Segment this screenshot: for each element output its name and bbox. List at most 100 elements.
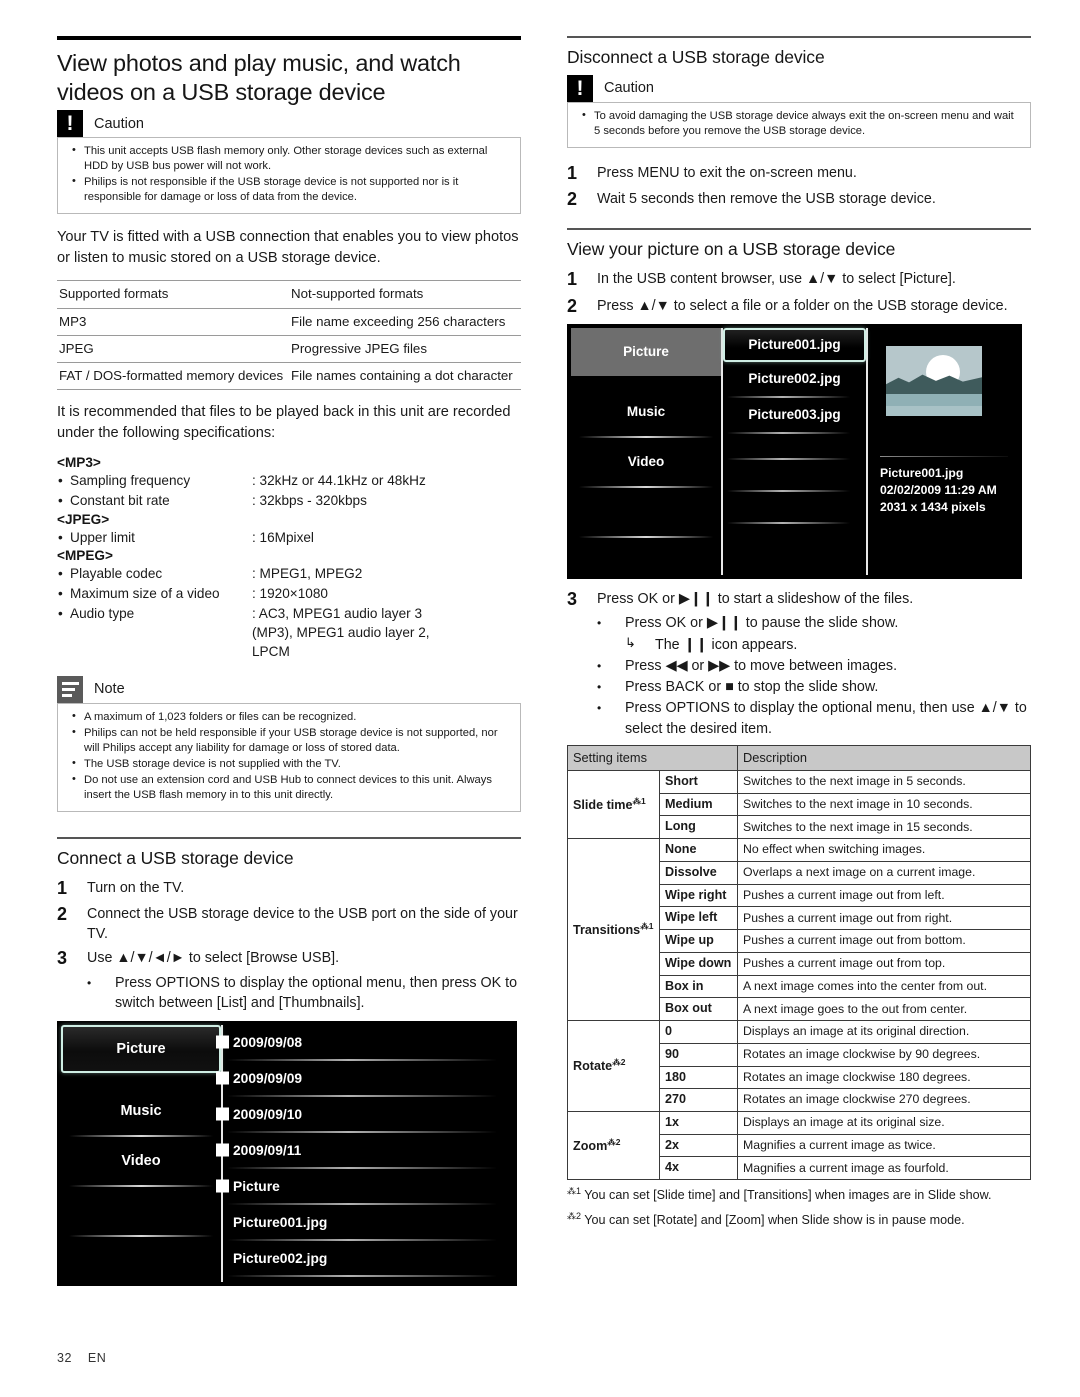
step: 2 Wait 5 seconds then remove the USB sto…: [567, 187, 1031, 211]
step: 3 Use ▲/▼/◄/► to select [Browse USB].: [57, 946, 521, 970]
left-column: View photos and play music, and watch vi…: [57, 36, 521, 1287]
footnote-marker: 2: [620, 1057, 626, 1068]
step-number: 1: [57, 877, 68, 898]
tv-nav-item-picture[interactable]: Picture: [61, 1025, 221, 1074]
footnote-marker: 1: [576, 1186, 582, 1197]
sub-bullet: • Press BACK or ■ to stop the slide show…: [597, 677, 1031, 697]
caution-box: This unit accepts USB flash memory only.…: [57, 137, 521, 215]
setting-desc: Switches to the next image in 10 seconds…: [737, 792, 1031, 817]
formats-table: Supported formats Not-supported formats …: [57, 280, 521, 391]
spec-row: Maximum size of a video : 1920×1080: [57, 584, 521, 603]
tv-nav-panel: Picture Music Video: [61, 1025, 221, 1282]
list-item[interactable]: Picture001.jpg: [223, 1205, 513, 1239]
cell-format: FAT / DOS-formatted memory devices: [57, 362, 289, 391]
tv-nav-label: Music: [626, 404, 666, 420]
group-label: Transitions: [573, 922, 641, 937]
column-header-supported: Supported formats: [57, 280, 289, 309]
step-number: 1: [567, 269, 578, 290]
list-item[interactable]: Picture003.jpg: [723, 398, 866, 432]
step-text: In the USB content browser, use ▲/▼ to s…: [597, 271, 956, 288]
setting-value: None: [659, 838, 738, 862]
caution-list: To avoid damaging the USB storage device…: [576, 108, 1022, 139]
spec-value: : 32kHz or 44.1kHz or 48kHz: [252, 473, 426, 489]
list-item-label: Picture003.jpg: [748, 407, 841, 423]
tv-nav-panel: Picture Music Video: [571, 327, 721, 575]
note-header: Note: [57, 675, 521, 703]
setting-value: 180: [659, 1065, 738, 1090]
list-item[interactable]: 2009/09/09: [216, 1061, 513, 1095]
spec-value: : 32kbps - 320kbps: [252, 493, 367, 509]
sub-bullet: • Press OK or ▶❙❙ to pause the slide sho…: [597, 613, 1031, 633]
bullet-marker: •: [597, 680, 602, 695]
list-item[interactable]: Picture: [216, 1169, 513, 1203]
table-row: FAT / DOS-formatted memory devices File …: [57, 362, 521, 391]
step-text: Press ▲/▼ to select a file or a folder o…: [597, 297, 1008, 314]
sub-bullet: • Press OPTIONS to display the optional …: [597, 698, 1031, 739]
spec-row: Upper limit : 16Mpixel: [57, 528, 521, 547]
tv-nav-item-picture[interactable]: Picture: [571, 327, 721, 376]
preview-filename: Picture001.jpg: [880, 465, 964, 480]
tv-browser-screenshot: Picture Music Video 2009/09/08 2009/09/0…: [57, 1021, 517, 1287]
column-header-not-supported: Not-supported formats: [289, 280, 521, 309]
spec-row: Playable codec : MPEG1, MPEG2: [57, 564, 521, 583]
list-item: The USB storage device is not supplied w…: [66, 756, 512, 772]
page-title: View photos and play music, and watch vi…: [57, 50, 461, 105]
list-item[interactable]: Picture002.jpg: [723, 362, 866, 396]
step-text: Use ▲/▼/◄/► to select [Browse USB].: [87, 950, 340, 967]
view-picture-title: View your picture on a USB storage devic…: [567, 239, 896, 260]
preview-timestamp: 02/02/2009 11:29 AM: [880, 482, 997, 497]
column-header-description: Description: [737, 745, 1031, 771]
spec-value: : AC3, MPEG1 audio layer 3 (MP3), MPEG1 …: [252, 605, 430, 659]
folder-icon: [216, 1071, 229, 1085]
cell-not-supported: File names containing a dot character: [289, 362, 521, 391]
table-row: Supported formats Not-supported formats: [57, 280, 521, 309]
setting-desc: Switches to the next image in 15 seconds…: [737, 815, 1031, 840]
setting-desc: Pushes a current image out from left.: [737, 883, 1031, 908]
tv-nav-item-music[interactable]: Music: [571, 388, 721, 436]
list-item[interactable]: 2009/09/08: [216, 1025, 513, 1059]
step: 1 Turn on the TV.: [57, 876, 521, 900]
list-item-label: 2009/09/09: [233, 1070, 303, 1086]
arrow-icon: ↳: [625, 634, 636, 650]
setting-value: Short: [659, 770, 738, 794]
footnote-text: You can set [Slide time] and [Transition…: [584, 1188, 992, 1203]
list-item-label: Picture002.jpg: [748, 371, 841, 387]
group-slide-time: Slide time⁂1: [567, 769, 660, 840]
setting-desc: Magnifies a current image as twice.: [737, 1133, 1031, 1158]
folder-icon: [216, 1035, 229, 1049]
list-item: Do not use an extension cord and USB Hub…: [66, 772, 512, 803]
caution-label: Caution: [604, 80, 654, 97]
tv-picture-browser-screenshot: Picture Music Video Picture001.jpg Pictu…: [567, 323, 1022, 579]
bullet-marker: •: [597, 701, 602, 716]
step: 3 Press OK or ▶❙❙ to start a slideshow o…: [567, 587, 1031, 611]
sub-bullet-text: Press ◀◀ or ▶▶ to move between images.: [625, 657, 898, 674]
step-text: Press OK or ▶❙❙ to start a slideshow of …: [597, 590, 914, 607]
note-box: A maximum of 1,023 folders or files can …: [57, 702, 521, 812]
spec-heading-jpeg: <JPEG>: [57, 511, 110, 527]
sub-bullet-text: Press OK or ▶❙❙ to pause the slide show.: [625, 615, 899, 632]
spec-key: Sampling frequency: [57, 471, 252, 490]
list-item[interactable]: Picture002.jpg: [223, 1241, 513, 1275]
spec-row: Constant bit rate : 32kbps - 320kbps: [57, 491, 521, 510]
tv-nav-item-music[interactable]: Music: [61, 1087, 221, 1135]
recommend-paragraph: It is recommended that files to be playe…: [57, 404, 511, 442]
tv-file-list: 2009/09/08 2009/09/09 2009/09/10 2009/09…: [216, 1025, 513, 1282]
spec-heading-mpeg: <MPEG>: [57, 547, 113, 563]
list-item[interactable]: 2009/09/11: [216, 1133, 513, 1167]
list-item[interactable]: 2009/09/10: [216, 1097, 513, 1131]
preview-dimensions: 2031 x 1434 pixels: [880, 499, 986, 514]
list-item-label: Picture001.jpg: [748, 337, 841, 353]
intro-paragraph: Your TV is fitted with a USB connection …: [57, 229, 519, 267]
setting-value: 1x: [659, 1111, 738, 1135]
spec-key: Playable codec: [57, 564, 252, 583]
tv-nav-label: Video: [121, 1153, 161, 1170]
tv-nav-item-video[interactable]: Video: [571, 438, 721, 486]
footnote-1: ⁂1 You can set [Slide time] and [Transit…: [567, 1186, 992, 1203]
list-item-label: Picture001.jpg: [233, 1214, 328, 1230]
right-column: Disconnect a USB storage device ! Cautio…: [567, 36, 1031, 1229]
list-item[interactable]: Picture001.jpg: [723, 327, 866, 362]
group-label: Zoom: [573, 1138, 608, 1153]
tv-nav-item-video[interactable]: Video: [61, 1137, 221, 1185]
footnote-marker: 1: [648, 920, 654, 931]
column-header-setting-items: Setting items: [567, 745, 738, 771]
